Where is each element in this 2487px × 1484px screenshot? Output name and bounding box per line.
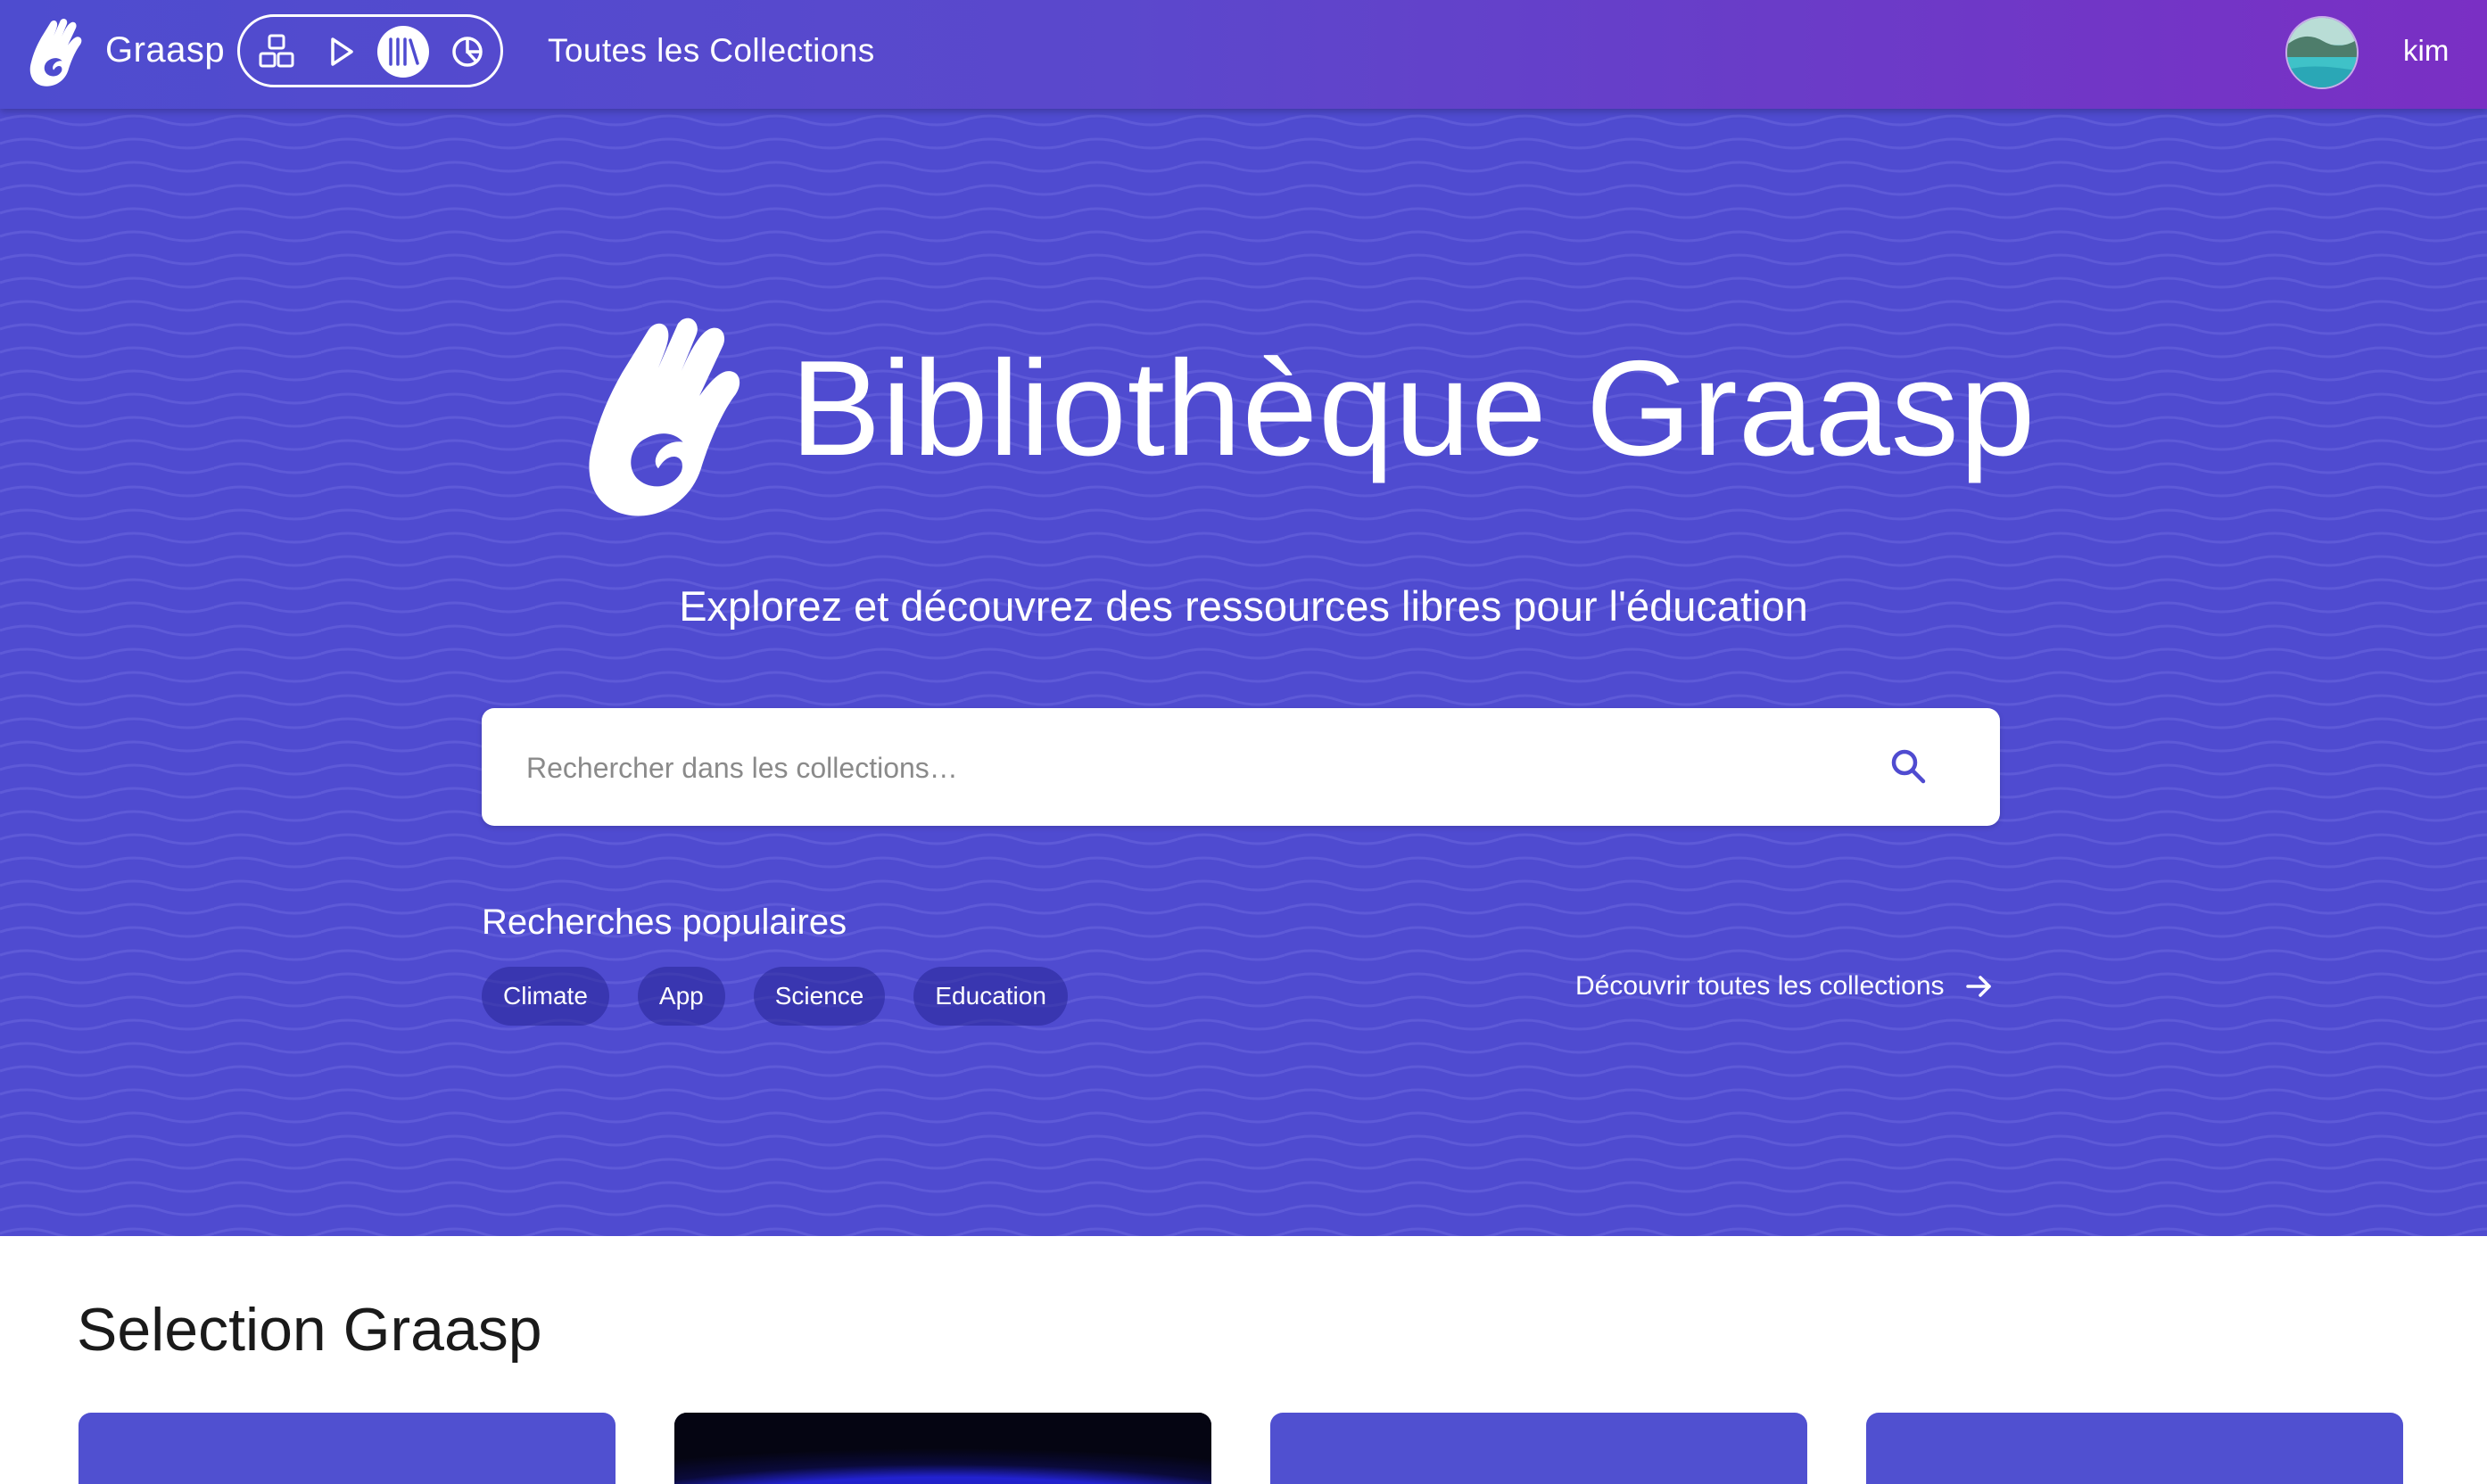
- builder-icon: [259, 34, 294, 68]
- search-icon[interactable]: [1884, 742, 1934, 792]
- library-title: Bibliothèque Graasp: [790, 333, 2037, 484]
- search-input[interactable]: [525, 738, 1866, 797]
- arrow-right-icon: [1965, 976, 1991, 997]
- library-app-button[interactable]: [377, 26, 429, 78]
- collection-card[interactable]: [674, 1413, 1211, 1484]
- discover-link-label: Découvrir toutes les collections: [1575, 971, 1945, 1001]
- library-icon: [389, 37, 419, 66]
- graasp-logo-icon[interactable]: [29, 16, 86, 89]
- collection-card[interactable]: [1270, 1413, 1807, 1484]
- builder-app-button[interactable]: [251, 26, 302, 78]
- tag-chip[interactable]: App: [637, 967, 725, 1026]
- user-avatar[interactable]: [2285, 16, 2359, 89]
- wave-pattern-background: [0, 109, 2487, 1236]
- collection-card[interactable]: [78, 1413, 616, 1484]
- play-icon: [331, 37, 353, 66]
- top-app-bar: Graasp Toutes les Collections kim: [0, 0, 2487, 109]
- all-collections-link[interactable]: Toutes les Collections: [548, 32, 875, 70]
- discover-all-collections-link[interactable]: Découvrir toutes les collections: [1575, 970, 1995, 1002]
- popular-tags: Climate App Science Education: [482, 967, 1068, 1026]
- card-thumbnail-image: [674, 1413, 1211, 1484]
- popular-searches-heading: Recherches populaires: [482, 903, 847, 942]
- tag-chip[interactable]: Science: [753, 967, 886, 1026]
- tag-chip[interactable]: Education: [913, 967, 1068, 1026]
- analytics-app-button[interactable]: [442, 26, 493, 78]
- collection-card[interactable]: [1866, 1413, 2403, 1484]
- library-subtitle: Explorez et découvrez des ressources lib…: [679, 582, 1808, 630]
- brand-name[interactable]: Graasp: [105, 30, 225, 70]
- graasp-hand-logo-icon: [589, 317, 740, 516]
- avatar-image: [2287, 18, 2357, 87]
- app-switcher: [237, 14, 503, 87]
- username[interactable]: kim: [2403, 34, 2449, 68]
- search-bar: [482, 708, 2000, 826]
- player-app-button[interactable]: [315, 26, 367, 78]
- hero-banner: Bibliothèque Graasp Explorez et découvre…: [0, 109, 2487, 1236]
- pie-chart-icon: [452, 37, 483, 67]
- selection-title: Selection Graasp: [77, 1296, 542, 1364]
- tag-chip[interactable]: Climate: [482, 967, 609, 1026]
